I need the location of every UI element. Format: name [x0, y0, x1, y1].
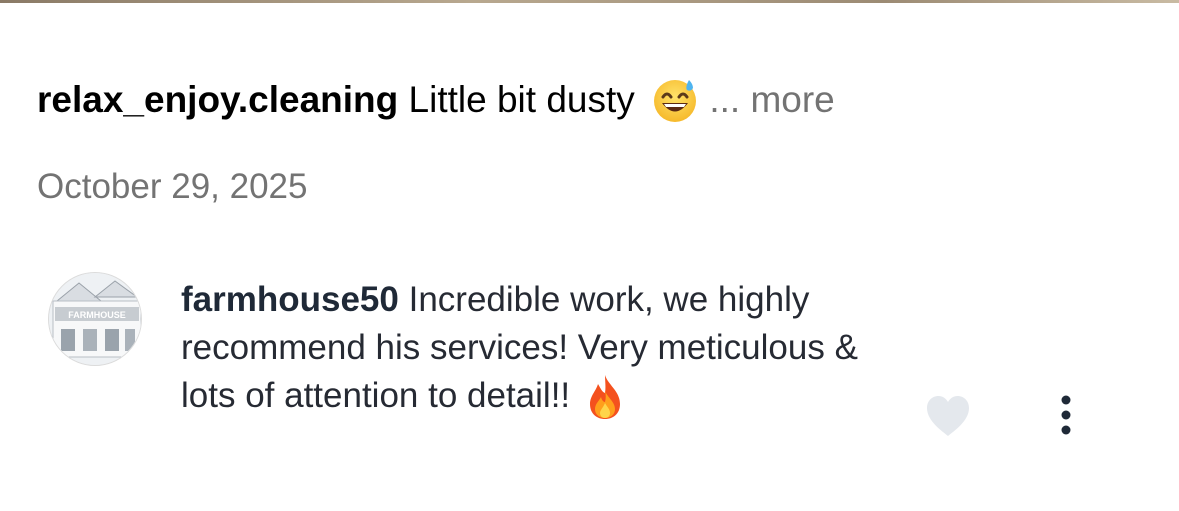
media-edge	[0, 0, 1179, 3]
caption-username[interactable]: relax_enjoy.cleaning	[37, 79, 398, 120]
comment-options-button[interactable]	[1048, 394, 1084, 438]
heart-icon	[927, 396, 969, 436]
more-vertical-icon	[1061, 395, 1071, 435]
avatar-sign-text: FARMHOUSE	[68, 310, 126, 320]
post-caption: relax_enjoy.cleaning Little bit dusty ..…	[37, 76, 835, 124]
more-link[interactable]: ... more	[709, 79, 834, 120]
fire-emoji-icon	[584, 373, 626, 421]
commenter-avatar[interactable]: FARMHOUSE	[48, 272, 142, 366]
caption-text: Little bit dusty	[408, 79, 635, 120]
comment-item: FARMHOUSE farmhouse50 Incredible work, w…	[48, 270, 1179, 490]
grinning-sweat-emoji-icon	[651, 76, 699, 124]
comment-body: farmhouse50 Incredible work, we highly r…	[181, 276, 871, 421]
post-date: October 29, 2025	[37, 167, 308, 206]
comment-username[interactable]: farmhouse50	[181, 280, 399, 319]
like-button[interactable]	[924, 394, 972, 438]
